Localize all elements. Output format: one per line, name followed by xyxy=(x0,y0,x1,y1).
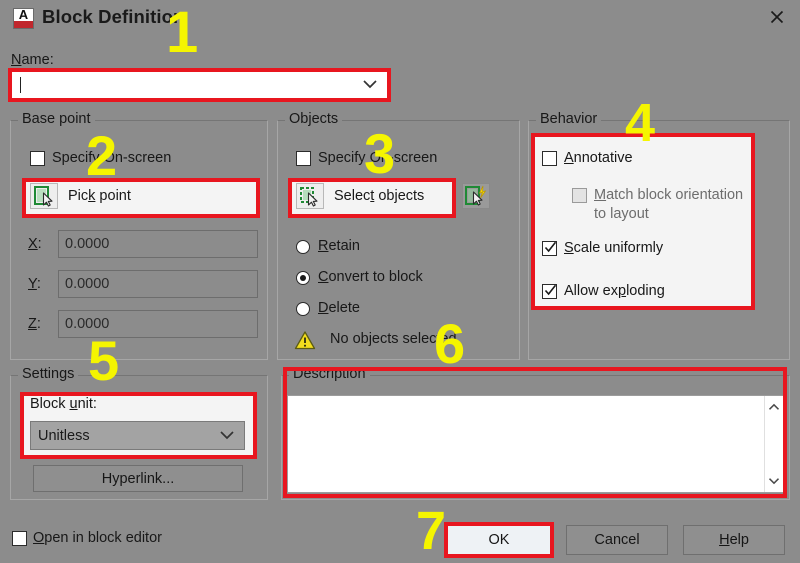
behavior-annotative-checkbox[interactable] xyxy=(542,151,557,166)
radio-selected-dot xyxy=(300,275,306,281)
pick-point-button[interactable]: Pick point xyxy=(30,183,131,209)
base-point-specify-on-screen-label: Specify On-screen xyxy=(52,150,172,166)
select-objects-button[interactable]: Select objects xyxy=(296,183,424,209)
base-point-x-value: 0.0000 xyxy=(65,236,110,252)
base-point-group-title: Base point xyxy=(18,111,95,127)
name-combobox[interactable] xyxy=(11,71,388,99)
ok-button[interactable]: OK xyxy=(446,524,552,556)
block-unit-label: Block unit: xyxy=(30,396,97,412)
objects-delete-radio[interactable] xyxy=(296,302,310,316)
autocad-a-letter: A xyxy=(18,7,29,22)
page-title: Block Definition xyxy=(42,6,185,27)
title-bar: A Block Definition xyxy=(0,0,800,38)
quick-select-button[interactable] xyxy=(462,183,490,209)
chevron-down-icon[interactable] xyxy=(362,77,378,93)
cancel-button-label: Cancel xyxy=(594,532,640,548)
base-point-x-field[interactable]: 0.0000 xyxy=(58,230,258,258)
behavior-allow-exploding-checkbox[interactable] xyxy=(542,284,557,299)
scroll-up-icon[interactable] xyxy=(765,398,783,416)
pick-point-icon xyxy=(30,183,58,209)
block-unit-value: Unitless xyxy=(38,427,90,444)
checkmark-icon xyxy=(544,240,557,255)
objects-group-title: Objects xyxy=(285,111,343,127)
hyperlink-button-label: Hyperlink... xyxy=(101,470,175,487)
objects-retain-radio[interactable] xyxy=(296,240,310,254)
description-group-title: Description xyxy=(289,366,370,382)
checkmark-icon xyxy=(544,283,557,298)
behavior-match-block-orientation-checkbox xyxy=(572,188,587,203)
objects-convert-to-block-label: Convert to block xyxy=(318,269,423,285)
settings-group-title: Settings xyxy=(18,366,79,382)
open-in-block-editor-checkbox[interactable] xyxy=(12,531,27,546)
open-in-block-editor-label: Open in block editor xyxy=(33,530,162,546)
objects-convert-to-block-radio[interactable] xyxy=(296,271,310,285)
base-point-z-value: 0.0000 xyxy=(65,316,110,332)
behavior-match-block-orientation-label: Match block orientation to layout xyxy=(594,187,744,222)
behavior-scale-uniformly-checkbox[interactable] xyxy=(542,241,557,256)
objects-specify-on-screen-checkbox[interactable] xyxy=(296,151,311,166)
base-point-z-label: Z: xyxy=(28,316,41,332)
objects-specify-on-screen-label: Specify On-screen xyxy=(318,150,438,166)
base-point-y-field[interactable]: 0.0000 xyxy=(58,270,258,298)
base-point-z-field[interactable]: 0.0000 xyxy=(58,310,258,338)
base-point-y-value: 0.0000 xyxy=(65,276,110,292)
behavior-scale-uniformly-label: Scale uniformly xyxy=(564,240,664,256)
cancel-button[interactable]: Cancel xyxy=(566,525,668,555)
autocad-a-icon: A xyxy=(13,8,34,29)
help-button[interactable]: Help xyxy=(683,525,785,555)
block-definition-dialog: A Block Definition Name: Base point Spec… xyxy=(0,0,800,563)
autocad-a-red-band xyxy=(14,21,33,28)
description-scrollbar[interactable] xyxy=(764,396,783,492)
behavior-group-title: Behavior xyxy=(536,111,602,127)
name-label: Name: xyxy=(11,52,54,68)
scroll-down-icon[interactable] xyxy=(765,472,783,490)
base-point-x-label: X: xyxy=(28,236,42,252)
objects-status-text: No objects selected xyxy=(330,331,457,347)
base-point-y-label: Y: xyxy=(28,276,41,292)
help-button-label: Help xyxy=(719,532,749,548)
select-objects-icon xyxy=(296,183,324,209)
objects-delete-label: Delete xyxy=(318,300,360,316)
behavior-annotative-label: Annotative xyxy=(564,150,633,166)
text-caret xyxy=(20,77,21,93)
close-icon[interactable] xyxy=(754,0,800,34)
hyperlink-button[interactable]: Hyperlink... xyxy=(33,465,243,492)
block-unit-combobox[interactable]: Unitless xyxy=(30,421,245,450)
name-label-text: ame: xyxy=(21,52,54,68)
chevron-down-icon[interactable] xyxy=(219,428,235,444)
ok-button-label: OK xyxy=(488,532,510,548)
pick-point-label: Pick point xyxy=(68,188,131,204)
base-point-specify-on-screen-checkbox[interactable] xyxy=(30,151,45,166)
description-textarea[interactable] xyxy=(287,395,784,493)
select-objects-label: Select objects xyxy=(334,188,425,204)
objects-retain-label: Retain xyxy=(318,238,360,254)
warning-icon xyxy=(294,330,316,354)
step-number-7: 7 xyxy=(416,501,447,561)
behavior-allow-exploding-label: Allow exploding xyxy=(564,283,665,299)
quick-select-icon xyxy=(462,183,490,209)
